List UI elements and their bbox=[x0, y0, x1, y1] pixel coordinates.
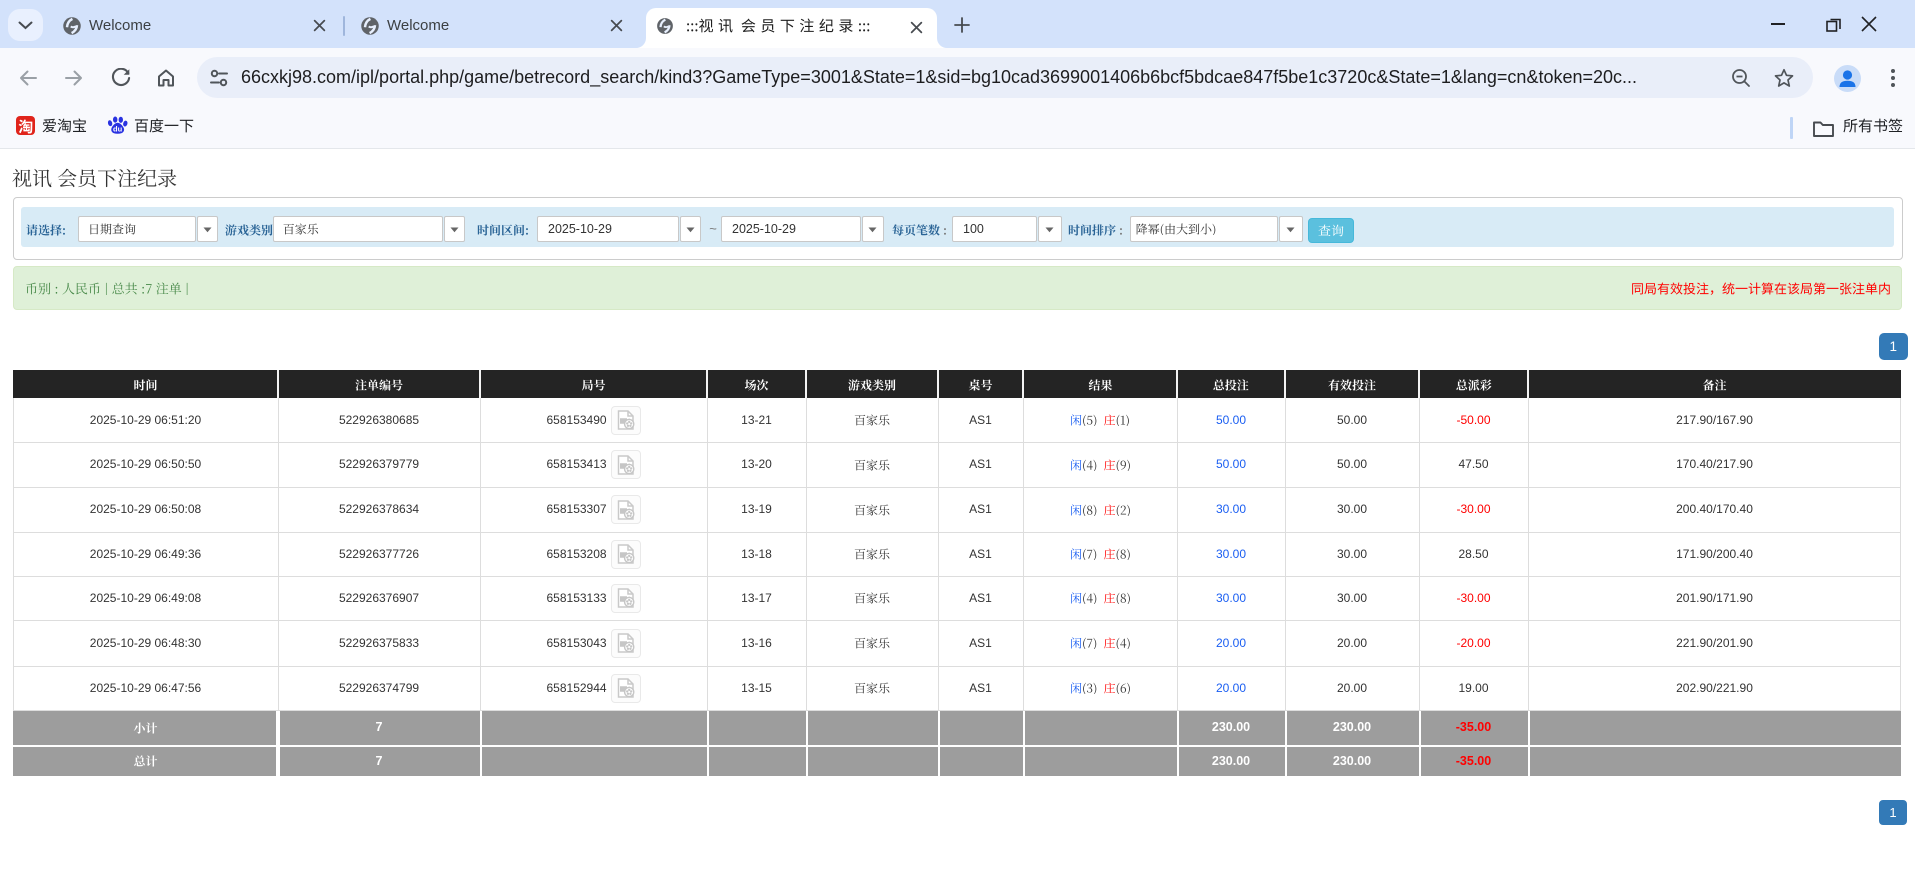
svg-text:du: du bbox=[113, 124, 123, 133]
